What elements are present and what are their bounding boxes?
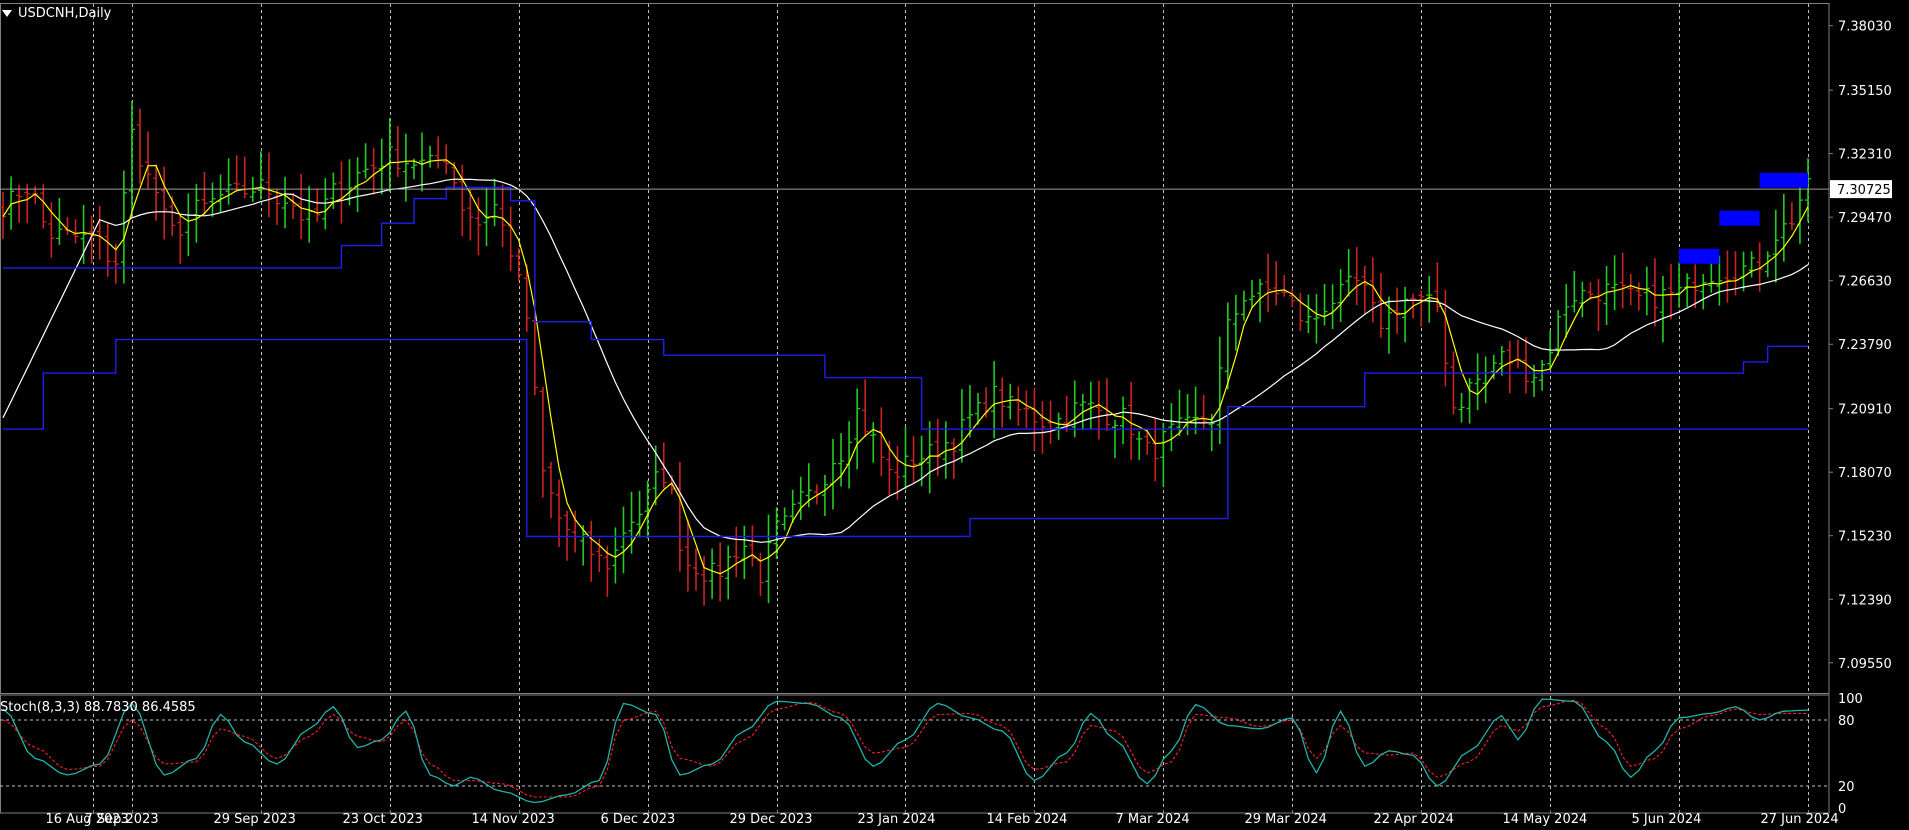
x-tick-label: 23 Jan 2024 — [858, 812, 936, 827]
x-tick-label: 14 May 2024 — [1503, 812, 1588, 827]
stoch-tick-label: 80 — [1838, 714, 1855, 729]
signal-block — [1719, 210, 1760, 226]
signal-block — [1759, 172, 1808, 188]
price-tick-label: 7.20910 — [1838, 403, 1892, 418]
x-tick-label: 7 Mar 2024 — [1116, 812, 1190, 827]
x-tick-label: 23 Oct 2023 — [343, 812, 423, 827]
x-tick-label: 29 Sep 2023 — [214, 812, 296, 827]
price-tick-label: 7.15230 — [1838, 530, 1892, 545]
price-chart[interactable]: 16 Aug 20237 Sep 2023 29 Sep 2023 23 Oct 2… — [0, 0, 1909, 830]
chart-symbol-title: USDCNH,Daily — [18, 6, 112, 21]
stochastic-panel-frame — [0, 694, 1830, 814]
channel-upper-line — [3, 186, 1808, 430]
x-tick-label: 22 Apr 2024 — [1374, 812, 1454, 827]
x-tick-label: 27 Jun 2024 — [1761, 812, 1839, 827]
price-tick-label: 7.09550 — [1838, 657, 1892, 672]
signal-block — [1679, 248, 1720, 264]
x-tick-label: 29 Dec 2023 — [730, 812, 813, 827]
x-tick-label: 6 Dec 2023 — [601, 812, 676, 827]
price-tick-label: 7.23790 — [1838, 338, 1892, 353]
price-panel-frame — [0, 3, 1830, 694]
price-tick-label: 7.26630 — [1838, 275, 1892, 290]
price-tick-label: 7.32310 — [1838, 148, 1892, 163]
stochastic-title: Stoch(8,3,3) 88.7830 86.4585 — [0, 700, 196, 715]
price-tick-label: 7.35150 — [1838, 84, 1892, 99]
x-tick-label: 14 Nov 2023 — [472, 812, 555, 827]
price-tick-label: 7.12390 — [1838, 593, 1892, 608]
stoch-tick-label: 0 — [1838, 802, 1846, 817]
price-tick-label: 7.18070 — [1838, 466, 1892, 481]
x-tick-label: 14 Feb 2024 — [987, 812, 1068, 827]
price-tick-label: 7.29470 — [1838, 211, 1892, 226]
price-tick-label: 7.38030 — [1838, 20, 1892, 35]
x-tick-label: 5 Jun 2024 — [1632, 812, 1702, 827]
current-price-label: 7.30725 — [1837, 183, 1891, 198]
stoch-tick-label: 100 — [1838, 692, 1863, 707]
x-tick-label: 29 Mar 2024 — [1245, 812, 1327, 827]
chart-menu-triangle-icon[interactable] — [2, 10, 12, 17]
x-tick-label: 7 Sep 2023 — [85, 812, 159, 827]
stoch-tick-label: 20 — [1838, 780, 1855, 795]
